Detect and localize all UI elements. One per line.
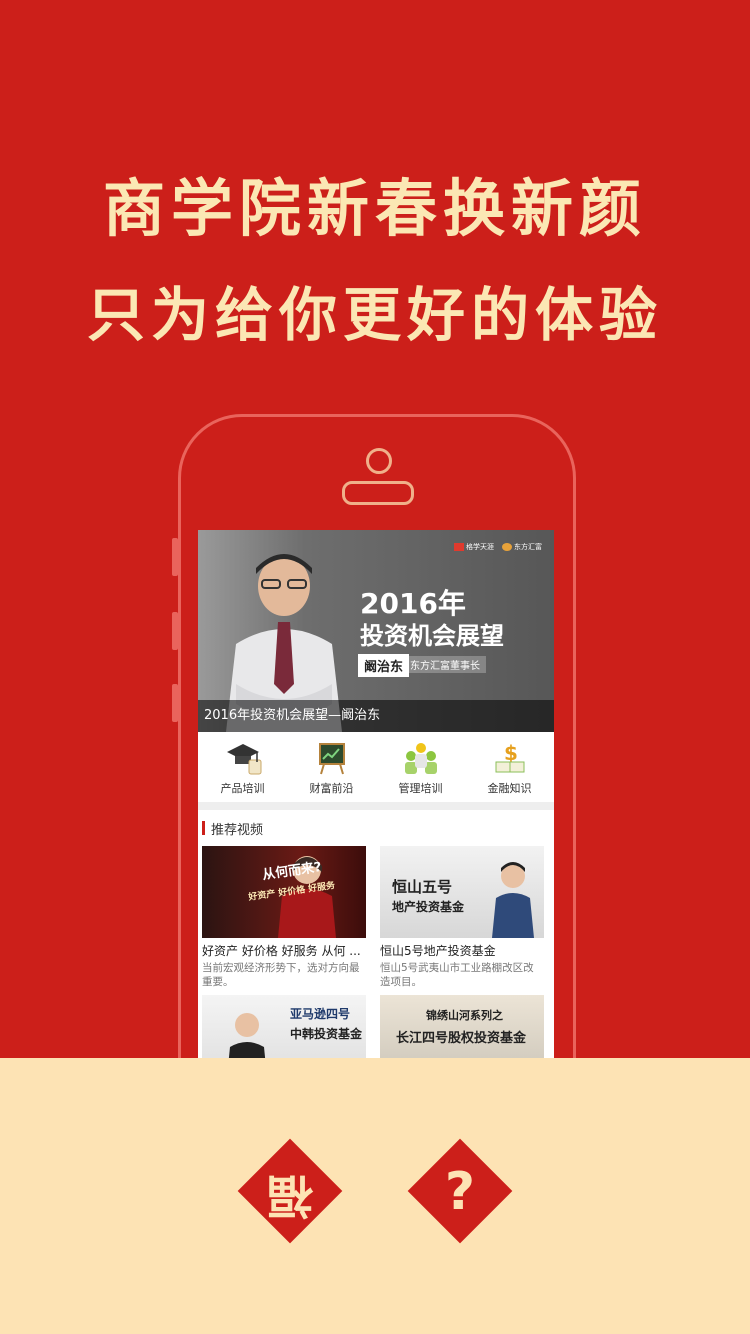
- phone-side-button: [172, 684, 178, 722]
- category-label: 财富前沿: [309, 782, 354, 795]
- category-wealth-frontier[interactable]: 财富前沿: [287, 732, 376, 802]
- fu-character: 福: [267, 1169, 313, 1223]
- video-card[interactable]: 锦绣山河系列之 长江四号股权投资基金: [380, 995, 544, 1058]
- video-card[interactable]: 从何而来? 好资产 好价格 好服务 好资产 好价格 好服务 从何 ... 当前宏…: [202, 846, 366, 989]
- logo-right: 东方汇富: [502, 542, 542, 552]
- thumb-subline: 中韩投资基金: [290, 1027, 363, 1041]
- video-card[interactable]: 恒山五号 地产投资基金 恒山5号地产投资基金 恒山5号武夷山市工业路棚改区改造项…: [380, 846, 544, 989]
- section-accent-bar: [202, 821, 205, 835]
- dollar-book-icon: $: [495, 741, 524, 773]
- video-title: 恒山5号地产投资基金: [380, 944, 496, 958]
- phone-camera: [366, 448, 392, 474]
- thumb-headline: 亚马逊四号: [290, 1007, 351, 1021]
- video-thumbnail: 锦绣山河系列之 长江四号股权投资基金: [380, 995, 544, 1058]
- footer-panel: 福 ?: [0, 1058, 750, 1334]
- logo-left: 格学天涯: [454, 542, 494, 552]
- category-product-training[interactable]: 产品培训: [198, 732, 287, 802]
- category-label: 管理培训: [398, 782, 443, 795]
- phone-side-button: [172, 538, 178, 576]
- video-description: 当前宏观经济形势下，选对方向最重要。: [202, 962, 360, 988]
- banner-speaker-role: 东方汇富董事长: [404, 656, 486, 673]
- video-grid: 从何而来? 好资产 好价格 好服务 好资产 好价格 好服务 从何 ... 当前宏…: [198, 846, 554, 1058]
- app-screen: 格学天涯 东方汇富 2016年 投资机会展望 阚治东 东方汇富董事长 2016年…: [198, 530, 554, 1058]
- category-bar: 产品培训 财富前沿 管理培训 $ 金融知识: [198, 732, 554, 810]
- graduation-cap-icon: [226, 744, 261, 775]
- video-thumbnail: 亚马逊四号 中韩投资基金: [202, 995, 366, 1058]
- banner-caption: 2016年投资机会展望—阚治东: [198, 700, 554, 732]
- help-question-icon: ?: [444, 1162, 476, 1222]
- presenter-photo: [228, 1013, 266, 1058]
- category-label: 产品培训: [220, 782, 265, 795]
- video-description: 恒山5号武夷山市工业路棚改区改造项目。: [380, 962, 534, 988]
- thumb-headline: 恒山五号: [392, 878, 453, 896]
- video-title: 好资产 好价格 好服务 从何 ...: [202, 944, 361, 958]
- chart-board-icon: [318, 743, 345, 775]
- svg-text:$: $: [504, 741, 518, 765]
- video-card[interactable]: 亚马逊四号 中韩投资基金: [202, 995, 366, 1058]
- banner-speaker-name: 阚治东: [358, 654, 410, 677]
- recommended-section-header: 推荐视频: [198, 810, 554, 846]
- phone-speaker: [342, 481, 414, 505]
- promo-headline: 商学院新春换新颜: [102, 172, 647, 245]
- promo-subheadline: 只为给你更好的体验: [86, 281, 663, 349]
- category-finance-knowledge[interactable]: $ 金融知识: [465, 732, 554, 802]
- video-thumbnail: 恒山五号 地产投资基金: [380, 846, 544, 938]
- banner-title: 投资机会展望: [360, 622, 504, 650]
- recommended-title: 推荐视频: [211, 822, 264, 838]
- thumb-subline: 地产投资基金: [392, 900, 465, 914]
- thumb-headline: 锦绣山河系列之: [426, 1009, 503, 1022]
- category-management-training[interactable]: 管理培训: [376, 732, 465, 802]
- banner-carousel[interactable]: 格学天涯 东方汇富 2016年 投资机会展望 阚治东 东方汇富董事长 2016年…: [198, 530, 554, 732]
- category-label: 金融知识: [487, 782, 532, 795]
- banner-logos: 格学天涯 东方汇富: [454, 542, 542, 552]
- presenter-photo: [492, 862, 534, 938]
- phone-side-button: [172, 612, 178, 650]
- people-group-icon: [404, 743, 437, 774]
- thumb-subline: 长江四号股权投资基金: [396, 1031, 527, 1046]
- video-thumbnail: 从何而来? 好资产 好价格 好服务: [202, 846, 366, 938]
